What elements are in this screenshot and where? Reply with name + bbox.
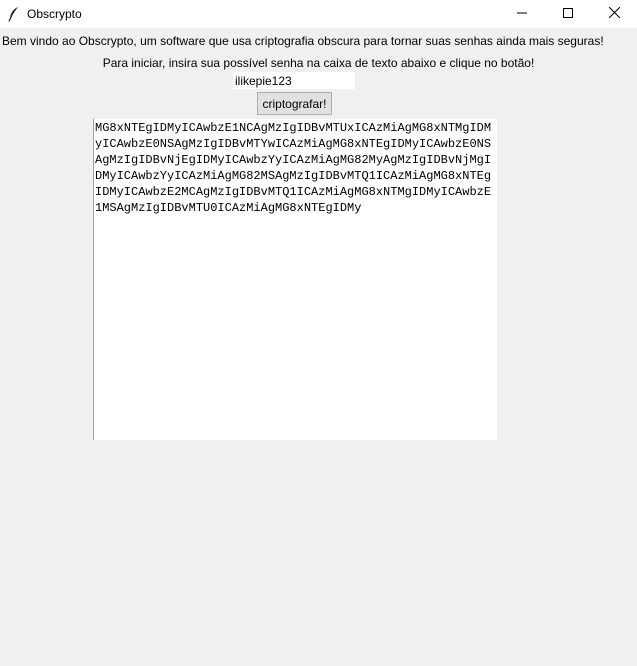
output-textarea[interactable]: MG8xNTEgIDMyICAwbzE1NCAgMzIgIDBvMTUxICAz… xyxy=(93,118,497,440)
maximize-icon xyxy=(563,5,573,23)
password-input[interactable] xyxy=(232,71,356,90)
window-title: Obscrypto xyxy=(27,7,82,21)
minimize-icon xyxy=(517,5,527,23)
title-bar: Obscrypto xyxy=(0,0,637,28)
feather-icon xyxy=(7,6,21,22)
encrypt-button[interactable]: criptografar! xyxy=(257,92,332,115)
instruction-text: Para iniciar, insira sua possível senha … xyxy=(102,56,535,70)
close-icon xyxy=(608,5,620,23)
close-button[interactable] xyxy=(591,0,637,28)
minimize-button[interactable] xyxy=(499,0,545,28)
intro-text: Bem vindo ao Obscrypto, um software que … xyxy=(2,34,604,48)
maximize-button[interactable] xyxy=(545,0,591,28)
